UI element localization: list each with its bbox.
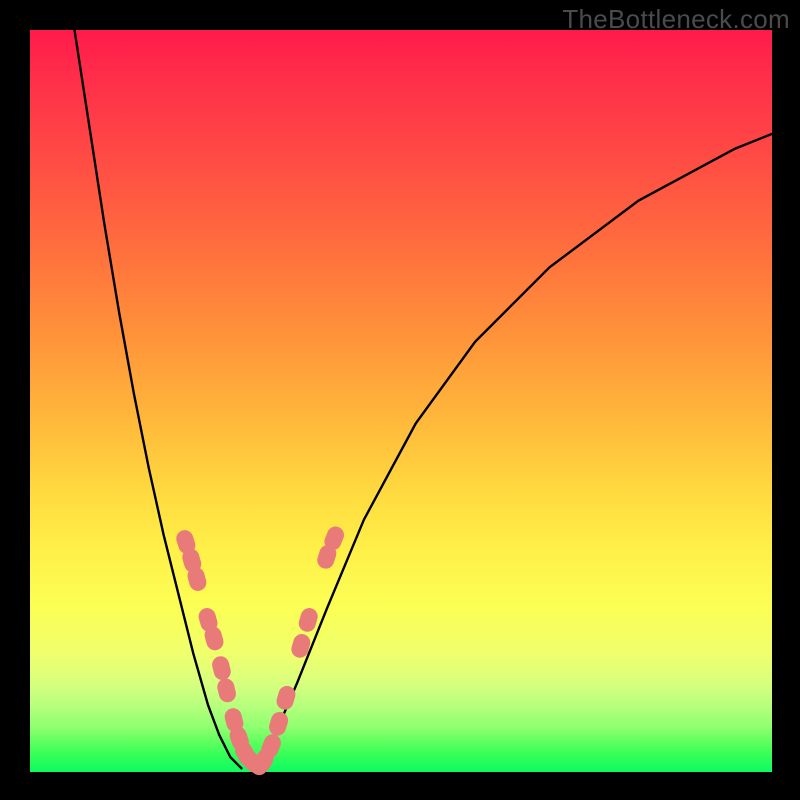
watermark-text: TheBottleneck.com [562,4,790,35]
curve-right-branch [260,134,772,768]
marker-right-branch-markers [297,606,320,634]
marker-right-branch-markers [267,710,290,738]
marker-group [174,524,347,779]
chart-frame: TheBottleneck.com [0,0,800,800]
chart-svg [30,30,772,772]
curve-group [75,30,772,768]
chart-plot-area [30,30,772,772]
marker-left-branch-markers [216,677,238,704]
marker-left-branch-markers [210,654,232,681]
